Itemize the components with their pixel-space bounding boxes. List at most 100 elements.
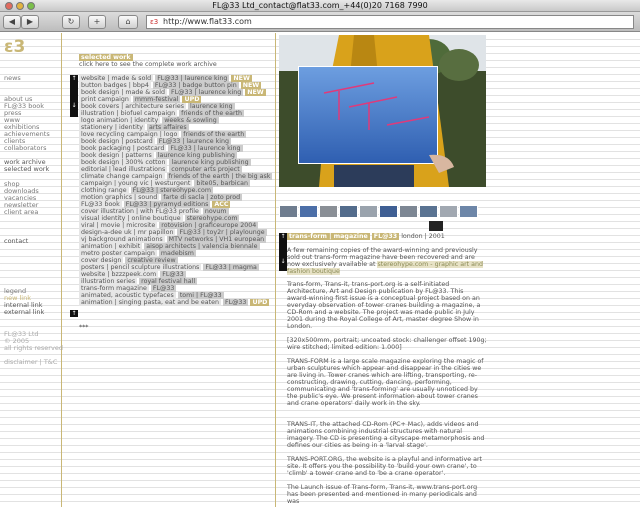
thumbnail[interactable] bbox=[439, 205, 458, 218]
work-list-item[interactable]: book design | patterns laurence king publ… bbox=[79, 152, 237, 159]
left-navigation: ε3 news about us FL@33 book press www ex… bbox=[0, 33, 63, 507]
work-item-title: visual identity | online boutique bbox=[79, 215, 183, 222]
work-item-title: cover illustration | with FL@33 profile bbox=[79, 208, 201, 215]
nav-selected-work[interactable]: selected work bbox=[4, 166, 49, 173]
work-item-client: FL@33 | toy2r | playlounge bbox=[177, 229, 267, 236]
thumbnail-extra[interactable] bbox=[429, 221, 443, 231]
work-item-client: FL@33 bbox=[150, 285, 177, 292]
work-list-item[interactable]: visual identity | online boutique stereoh… bbox=[79, 215, 240, 222]
thumbnail[interactable] bbox=[299, 205, 318, 218]
work-list-item[interactable]: campaign | young vic | westurgent bite05,… bbox=[79, 180, 250, 187]
nav-news[interactable]: news bbox=[4, 75, 21, 82]
work-list-item[interactable]: book packaging | postcard FL@33 | laurenc… bbox=[79, 145, 243, 152]
work-item-title: button badges | bbp4 bbox=[79, 82, 151, 89]
scroll-down-arrow-icon[interactable]: ↓ bbox=[70, 102, 78, 109]
zoom-window-button[interactable] bbox=[27, 2, 35, 10]
work-list-item[interactable]: climate change campaign friends of the ea… bbox=[79, 173, 273, 180]
work-list-item[interactable]: animated, acoustic typefaces tomi | FL@33 bbox=[79, 292, 224, 299]
work-list-item[interactable]: book design | postcard FL@33 | laurence k… bbox=[79, 138, 231, 145]
work-list-item[interactable]: cover illustration | with FL@33 profile n… bbox=[79, 208, 229, 215]
work-list-item[interactable]: design-a-dee uk | mr papillon FL@33 | toy… bbox=[79, 229, 267, 236]
home-button[interactable]: ⌂ bbox=[118, 15, 138, 29]
work-item-badge: UPD bbox=[250, 299, 270, 306]
work-item-client: tomi | FL@33 bbox=[177, 292, 224, 299]
article-scroll-up-icon[interactable]: ↑ bbox=[279, 233, 287, 240]
thumbnail[interactable] bbox=[339, 205, 358, 218]
work-item-client: FL@33 | badge button pin bbox=[152, 82, 239, 89]
work-list-item[interactable]: animation | exhibit aisop architects | va… bbox=[79, 243, 260, 250]
work-list-item[interactable]: motion graphics | sound farte di sacla | … bbox=[79, 194, 243, 201]
work-list-item[interactable]: website | made & sold FL@33 | laurence ki… bbox=[79, 75, 252, 82]
to-top-arrow-icon[interactable]: ↑ bbox=[70, 310, 78, 317]
address-bar[interactable]: ε3 http://www.flat33.com bbox=[146, 15, 634, 29]
work-item-client: FL@33 | laurence king bbox=[168, 145, 243, 152]
work-item-client: bite05, barbican bbox=[194, 180, 250, 187]
reload-button[interactable]: ↻ bbox=[62, 15, 80, 29]
work-item-title: print campaign bbox=[79, 96, 131, 103]
footer-disclaimer-link[interactable]: disclaimer | T&C bbox=[4, 359, 57, 366]
complete-archive-link[interactable]: click here to see the complete work arch… bbox=[79, 61, 217, 68]
back-button[interactable]: ◀ bbox=[3, 15, 21, 29]
thumbnail[interactable] bbox=[359, 205, 378, 218]
thumbnail[interactable] bbox=[279, 205, 298, 218]
work-list-item[interactable]: website | bzzzpeek.com FL@33 bbox=[79, 271, 186, 278]
web-page: ε3 news about us FL@33 book press www ex… bbox=[0, 33, 640, 507]
list-scroll-bar[interactable]: ↑ ↓ bbox=[70, 75, 78, 117]
work-list-item[interactable]: trans-form magazine FL@33 bbox=[79, 285, 177, 292]
work-list-item[interactable]: clothing range FL@33 | stereohype.com bbox=[79, 187, 213, 194]
work-list-item[interactable]: posters | pencil sculpture illustrations… bbox=[79, 264, 259, 271]
work-list-item[interactable]: stationery | identity arts affaires bbox=[79, 124, 189, 131]
thumbnail[interactable] bbox=[419, 205, 438, 218]
article-meta: london | 2001 bbox=[401, 233, 445, 240]
thumbnail[interactable] bbox=[399, 205, 418, 218]
work-list-item[interactable]: metro poster campaign madebism bbox=[79, 250, 196, 257]
work-item-title: book design | 300% cotton bbox=[79, 159, 168, 166]
work-item-title: illustration | biofuel campaign bbox=[79, 110, 178, 117]
work-item-title: animation | singing pasta, eat and be ea… bbox=[79, 299, 221, 306]
work-item-badge: NEW bbox=[231, 75, 252, 82]
nav-collaborators[interactable]: collaborators bbox=[4, 145, 47, 152]
work-list-item[interactable]: FL@33 book FL@33 | pyramyd editions ACC bbox=[79, 201, 231, 208]
work-list-item[interactable]: button badges | bbp4 FL@33 | badge button… bbox=[79, 82, 262, 89]
nav-contact[interactable]: contact bbox=[4, 238, 28, 245]
work-list-item[interactable]: animation | singing pasta, eat and be ea… bbox=[79, 299, 270, 306]
work-item-title: climate change campaign bbox=[79, 173, 165, 180]
more-indicator: *** bbox=[79, 324, 89, 331]
nav-client-area[interactable]: client area bbox=[4, 209, 38, 216]
work-list-item[interactable]: book covers | architecture series laurenc… bbox=[79, 103, 235, 110]
address-text: http://www.flat33.com bbox=[163, 17, 252, 26]
article-specs: [320x500mm, portrait; uncoated stock: ch… bbox=[287, 337, 487, 351]
work-list-item[interactable]: viral | movie | microsite rotovision | gr… bbox=[79, 222, 259, 229]
article-scroll-down-icon[interactable]: ↓ bbox=[279, 258, 287, 265]
work-list-item[interactable]: illustration series royal festival hall bbox=[79, 278, 198, 285]
work-item-title: editorial | lead illustrations bbox=[79, 166, 168, 173]
work-item-title: metro poster campaign bbox=[79, 250, 157, 257]
work-list-item[interactable]: love recycling campaign | logo friends of… bbox=[79, 131, 247, 138]
work-item-client: FL@33 bbox=[160, 271, 186, 278]
work-list-item[interactable]: book design | made & sold FL@33 | laurenc… bbox=[79, 89, 266, 96]
close-window-button[interactable] bbox=[5, 2, 13, 10]
work-list-item[interactable]: logo animation | identity weeks & sowling bbox=[79, 117, 219, 124]
thumbnail[interactable] bbox=[379, 205, 398, 218]
work-list-item[interactable]: cover design creative review bbox=[79, 257, 178, 264]
thumbnail[interactable] bbox=[319, 205, 338, 218]
legend-external-link: external link bbox=[4, 308, 45, 316]
work-item-client: friends of the earth bbox=[181, 131, 247, 138]
work-item-title: clothing range bbox=[79, 187, 129, 194]
work-list-item[interactable]: print campaign mmm-festival UPD bbox=[79, 96, 202, 103]
work-list-item[interactable]: illustration | biofuel campaign friends o… bbox=[79, 110, 244, 117]
work-list-item[interactable]: vj background animations MTV networks | V… bbox=[79, 236, 267, 243]
article-scroll-bar[interactable]: ↑ ↓ bbox=[279, 233, 287, 271]
site-favicon-icon: ε3 bbox=[150, 18, 159, 26]
minimize-window-button[interactable] bbox=[16, 2, 24, 10]
work-item-client: laurence king publishing bbox=[169, 159, 251, 166]
work-list-item[interactable]: book design | 300% cotton laurence king p… bbox=[79, 159, 251, 166]
forward-button[interactable]: ▶ bbox=[21, 15, 39, 29]
work-list-item[interactable]: editorial | lead illustrations computer a… bbox=[79, 166, 242, 173]
flat33-logo[interactable]: ε3 bbox=[4, 39, 25, 56]
thumbnail[interactable] bbox=[459, 205, 478, 218]
scroll-up-arrow-icon[interactable]: ↑ bbox=[70, 75, 78, 82]
work-item-title: FL@33 book bbox=[79, 201, 122, 208]
add-bookmark-button[interactable]: + bbox=[88, 15, 106, 29]
back-arrow-icon: ◀ bbox=[8, 17, 16, 26]
